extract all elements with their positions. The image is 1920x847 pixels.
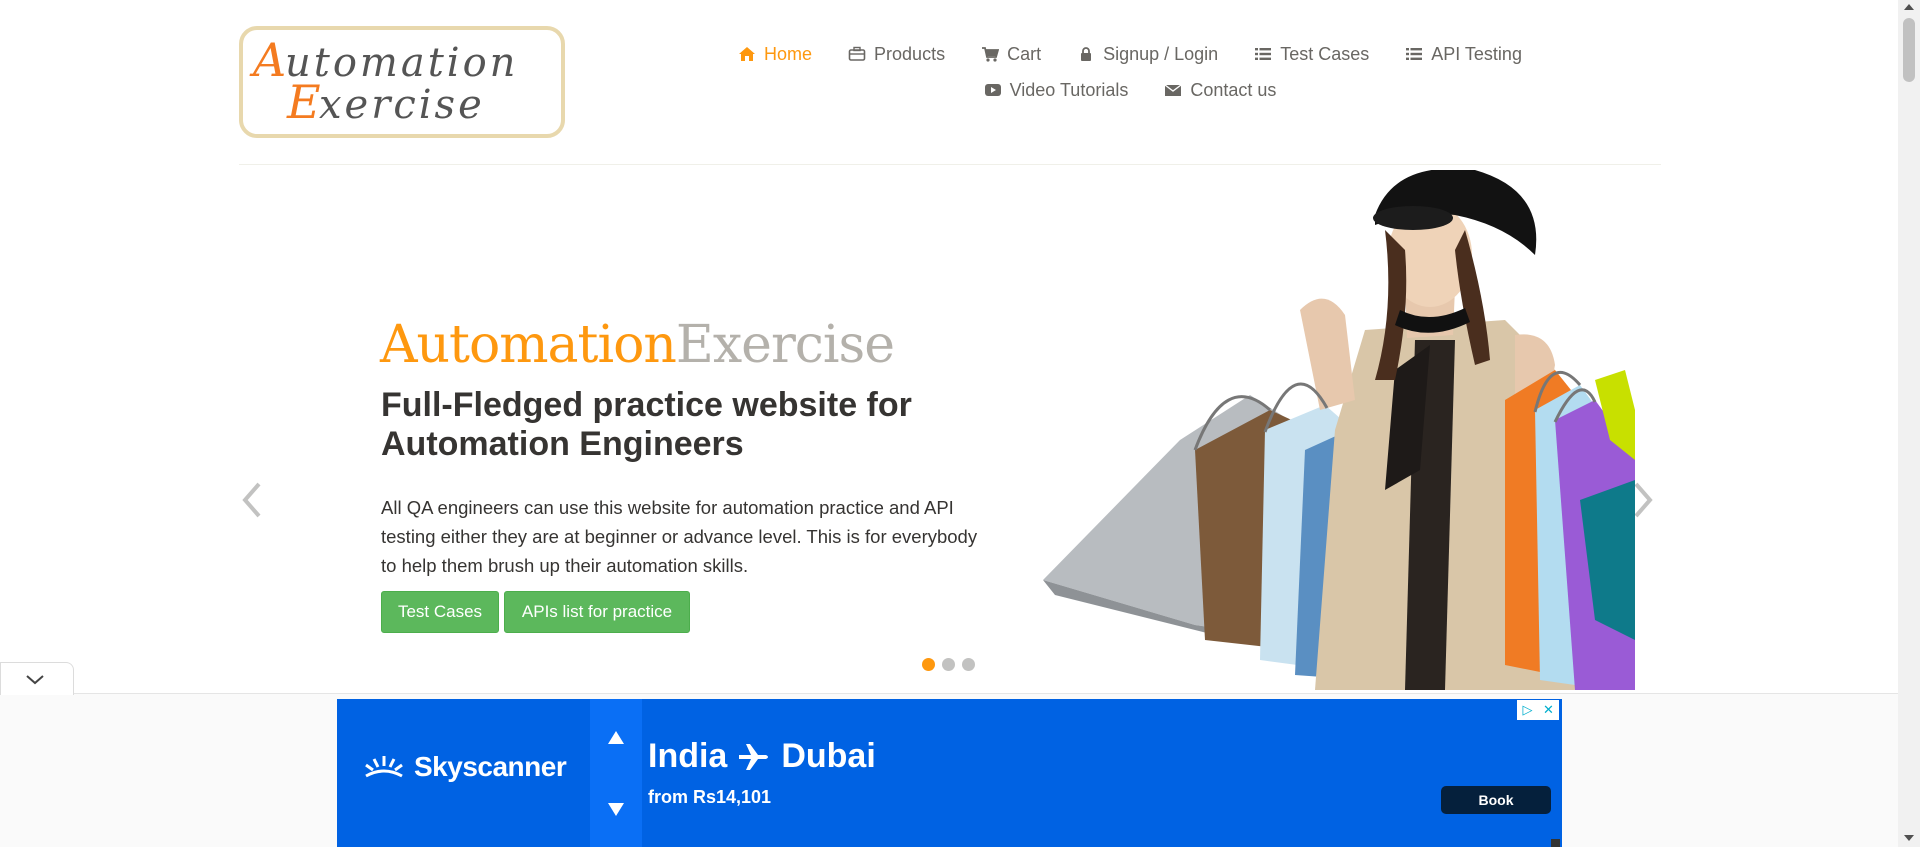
skyscanner-wordmark: Skyscanner [414,751,567,782]
sunrise-icon [365,756,403,778]
anchor-ad-bar: Skyscanner India Dubai from Rs14,101 Boo… [0,662,1898,847]
list-icon [1255,48,1272,60]
logo-letter-a: A [249,33,286,87]
nav-cart[interactable]: Cart [963,36,1059,72]
lock-icon [1081,47,1092,61]
nav-row-2: Video Tutorials Contact us [700,72,1560,108]
slider-headline: Full-Fledged practice website for Automa… [381,386,912,463]
slider-brand: AutomationExercise [380,315,895,375]
page: A utomation E xercise Home Products Cart… [0,0,1898,847]
slider-dot-1[interactable] [922,658,935,671]
scroll-up-arrow-icon[interactable] [1904,4,1914,10]
ad-route-to: Dubai [781,737,876,775]
header-divider [239,164,1661,165]
svg-text:E: E [286,75,321,129]
slider-description: All QA engineers can use this website fo… [381,497,978,576]
briefcase-icon [848,46,866,61]
skyscanner-ad[interactable]: Skyscanner India Dubai from Rs14,101 Boo… [337,699,1562,847]
site-logo[interactable]: A utomation E xercise [239,26,565,138]
hero-slider: AutomationExercise Full-Fledged practice… [239,170,1661,690]
scroll-thumb[interactable] [1903,18,1915,82]
logo-wordmark: A utomation E xercise [249,33,515,129]
brand-exercise: Exercise [675,315,895,375]
slider-dot-2[interactable] [942,658,955,671]
ad-down-arrow-icon[interactable] [608,803,624,816]
list-icon [1406,48,1423,60]
nav-test-cases[interactable]: Test Cases [1236,36,1387,72]
nav-video-tutorials[interactable]: Video Tutorials [966,72,1147,108]
nav-products-label: Products [874,43,946,64]
nav-cart-label: Cart [1007,43,1042,64]
apis-list-button[interactable]: APIs list for practice [504,591,690,633]
ad-choices: ▷ ✕ [1517,700,1559,720]
ad-price: from Rs14,101 [648,787,772,807]
cart-icon [982,47,1000,62]
ad-up-arrow-icon[interactable] [608,731,624,744]
slider-prev-arrow-icon[interactable] [233,470,273,530]
nav-signup-login-label: Signup / Login [1103,43,1219,64]
nav-row-1: Home Products Cart Signup / Login Test C… [700,36,1560,72]
skyscanner-logo: Skyscanner [362,751,567,783]
ad-route-from: India [648,737,728,775]
ad-resize-handle [1551,839,1560,847]
envelope-icon [1164,84,1182,96]
ad-carousel-nav [590,699,642,847]
nav-contact-us-label: Contact us [1190,79,1277,100]
test-cases-button[interactable]: Test Cases [381,591,499,633]
nav-contact-us[interactable]: Contact us [1146,72,1294,108]
nav-video-tutorials-label: Video Tutorials [1009,79,1129,100]
nav-signup-login[interactable]: Signup / Login [1059,36,1236,72]
brand-automation: Automation [380,315,677,375]
slider-dot-3[interactable] [962,658,975,671]
nav-home-label: Home [764,43,813,64]
adchoices-icon[interactable]: ▷ [1517,700,1538,720]
page-scrollbar[interactable] [1898,0,1920,847]
nav-api-testing[interactable]: API Testing [1387,36,1540,72]
nav-api-testing-label: API Testing [1431,43,1522,64]
main-nav: Home Products Cart Signup / Login Test C… [700,36,1560,108]
nav-home[interactable]: Home [720,36,830,72]
youtube-play-icon [984,84,1001,96]
home-icon [739,47,756,61]
nav-test-cases-label: Test Cases [1280,43,1370,64]
nav-products[interactable]: Products [830,36,963,72]
hero-girl-shopping-bags-image [1043,170,1635,690]
ad-route: India Dubai [648,737,876,776]
ad-book-button[interactable]: Book [1441,786,1551,814]
scroll-down-arrow-icon[interactable] [1904,835,1914,841]
chevron-down-icon [26,675,44,685]
slider-indicators [922,658,975,671]
svg-text:xercise: xercise [319,82,485,128]
ad-close-icon[interactable]: ✕ [1538,700,1559,720]
airplane-icon [739,743,769,770]
ad-collapse-button[interactable] [0,662,74,695]
